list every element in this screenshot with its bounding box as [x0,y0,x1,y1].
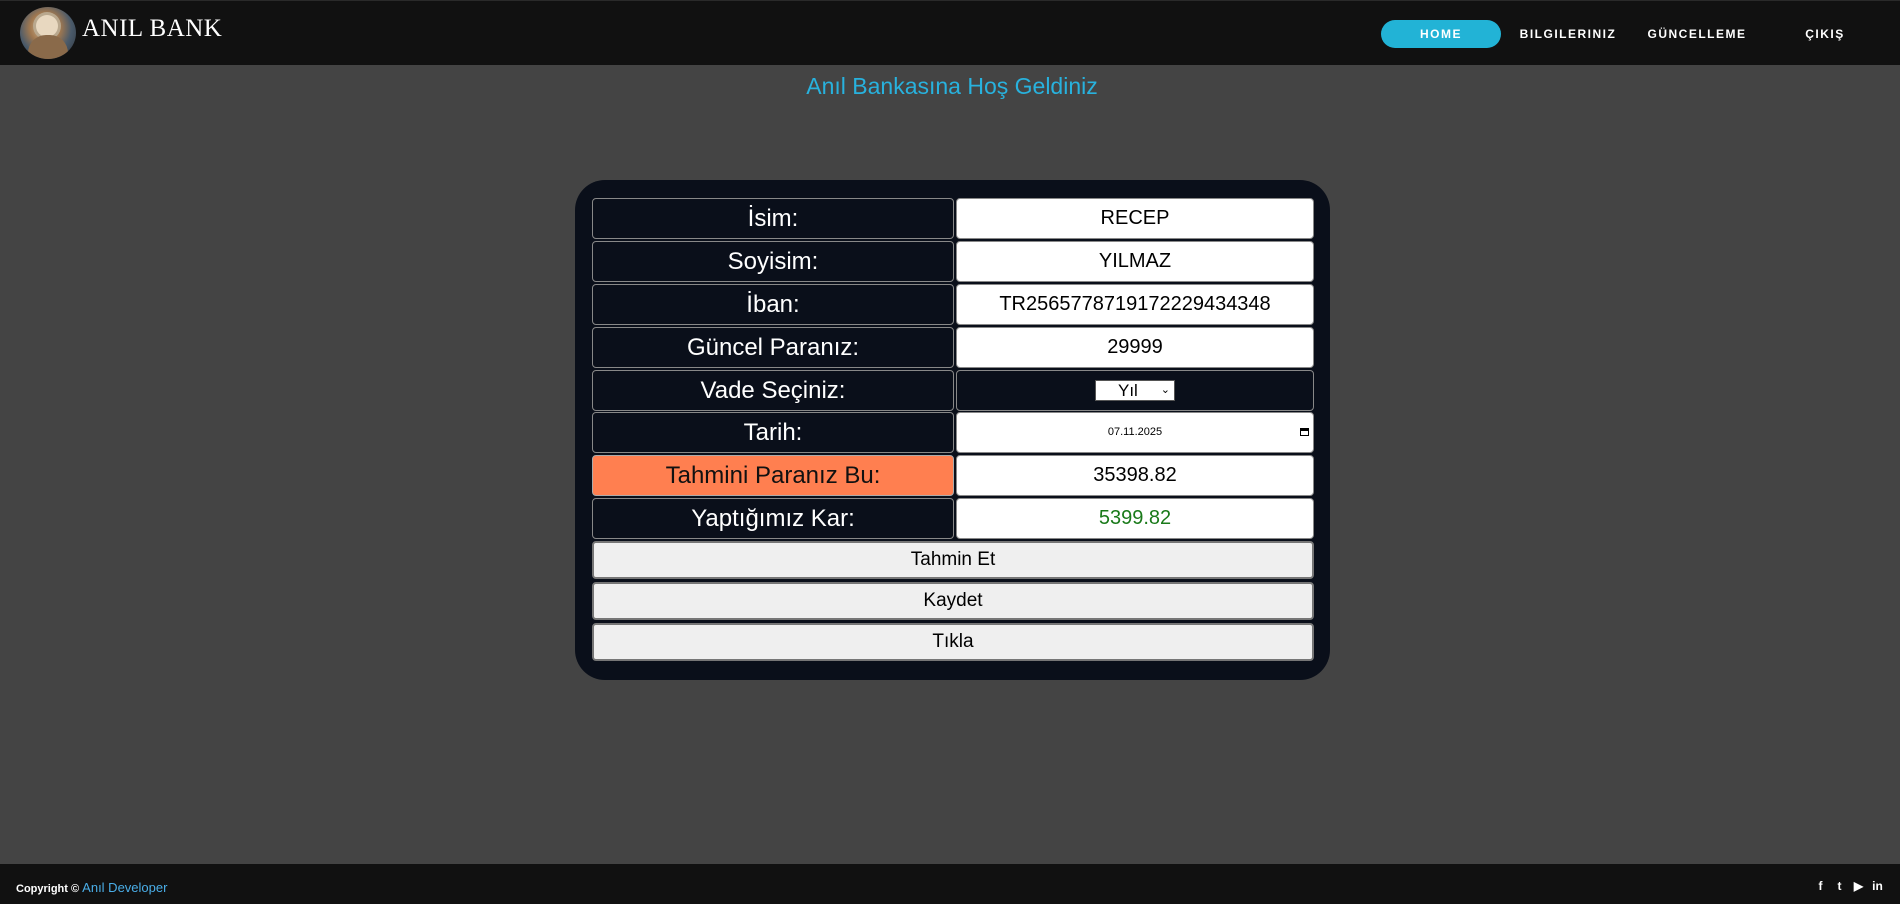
row-soyisim: Soyisim: YILMAZ [592,241,1314,282]
row-tarih: Tarih: 07.11.2025 [592,412,1314,453]
welcome-title: Anıl Bankasına Hoş Geldiniz [806,73,1098,99]
output-kar: 5399.82 [956,498,1314,539]
nav-guncelleme[interactable]: GÜNCELLEME [1642,20,1752,48]
row-guncel-para: Güncel Paranız: 29999 [592,327,1314,368]
calendar-icon[interactable] [1300,428,1309,436]
facebook-icon[interactable]: f [1814,879,1827,893]
nav-home[interactable]: HOME [1381,20,1501,48]
nav-bilgileriniz[interactable]: BILGILERINIZ [1515,20,1621,48]
label-tarih: Tarih: [592,412,954,453]
output-tahmini-para: 35398.82 [956,455,1314,496]
row-isim: İsim: RECEP [592,198,1314,239]
copyright: Copyright © Anıl Developer [16,880,167,895]
logo[interactable]: ANIL BANK [20,3,222,63]
developer-link[interactable]: Anıl Developer [82,880,167,895]
tahmin-et-button[interactable]: Tahmin Et [592,541,1314,579]
tikla-button[interactable]: Tıkla [592,623,1314,661]
brand-name: ANIL BANK [82,15,223,42]
vade-select[interactable]: Yıl ⌄ [1095,380,1175,401]
label-soyisim: Soyisim: [592,241,954,282]
kaydet-button[interactable]: Kaydet [592,582,1314,620]
chevron-down-icon: ⌄ [1160,384,1170,396]
input-iban[interactable]: TR256577871917222943434​8 [956,284,1314,325]
account-panel: İsim: RECEP Soyisim: YILMAZ İban: TR2565… [575,180,1330,680]
linkedin-icon[interactable]: in [1871,879,1884,893]
row-tahmini-para: Tahmini Paranız Bu: 35398.82 [592,455,1314,496]
date-input[interactable]: 07.11.2025 [956,412,1314,453]
nav-cikis[interactable]: ÇIKIŞ [1790,20,1860,48]
label-isim: İsim: [592,198,954,239]
social-links: f t ▶ in [1814,879,1884,893]
label-guncel-para: Güncel Paranız: [592,327,954,368]
vade-select-value: Yıl [1118,381,1138,400]
date-value: 07.11.2025 [1107,426,1163,438]
input-isim[interactable]: RECEP [956,198,1314,239]
input-soyisim[interactable]: YILMAZ [956,241,1314,282]
label-kar: Yaptığımız Kar: [592,498,954,539]
input-guncel-para[interactable]: 29999 [956,327,1314,368]
twitter-icon[interactable]: t [1833,879,1846,893]
row-vade: Vade Seçiniz: Yıl ⌄ [592,370,1314,411]
row-iban: İban: TR256577871917222943434​8 [592,284,1314,325]
row-kar: Yaptığımız Kar: 5399.82 [592,498,1314,539]
logo-image [20,7,76,59]
copyright-text: Copyright © [16,883,80,895]
label-iban: İban: [592,284,954,325]
label-tahmini-para: Tahmini Paranız Bu: [592,455,954,496]
label-vade: Vade Seçiniz: [592,370,954,411]
footer: Copyright © Anıl Developer f t ▶ in [0,864,1900,904]
vade-cell: Yıl ⌄ [956,370,1314,411]
youtube-icon[interactable]: ▶ [1852,879,1865,893]
navbar: ANIL BANK HOME BILGILERINIZ GÜNCELLEME Ç… [0,0,1900,65]
